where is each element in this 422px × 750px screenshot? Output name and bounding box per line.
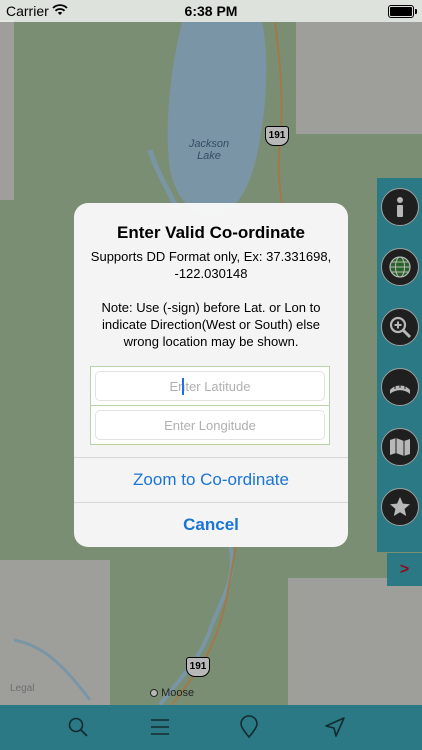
alert-title: Enter Valid Co-ordinate	[117, 223, 305, 242]
zoom-to-coordinate-button[interactable]: Zoom to Co-ordinate	[74, 458, 348, 502]
alert-message: Supports DD Format only, Ex: 37.331698, …	[88, 248, 334, 350]
latitude-input[interactable]	[95, 371, 325, 401]
alert-format-text: Supports DD Format only, Ex: 37.331698, …	[90, 249, 332, 281]
text-caret	[182, 378, 184, 395]
battery-icon	[388, 5, 417, 18]
coordinate-alert-dialog: Enter Valid Co-ordinate Supports DD Form…	[74, 203, 348, 547]
status-time: 6:38 PM	[184, 3, 238, 19]
longitude-field-container	[90, 405, 330, 445]
latitude-field-container	[90, 366, 330, 406]
status-bar: Carrier 6:38 PM	[0, 0, 422, 22]
alert-note-text: Note: Use (-sign) before Lat. or Lon to …	[101, 300, 321, 349]
longitude-input[interactable]	[95, 410, 325, 440]
cancel-button[interactable]: Cancel	[74, 503, 348, 547]
